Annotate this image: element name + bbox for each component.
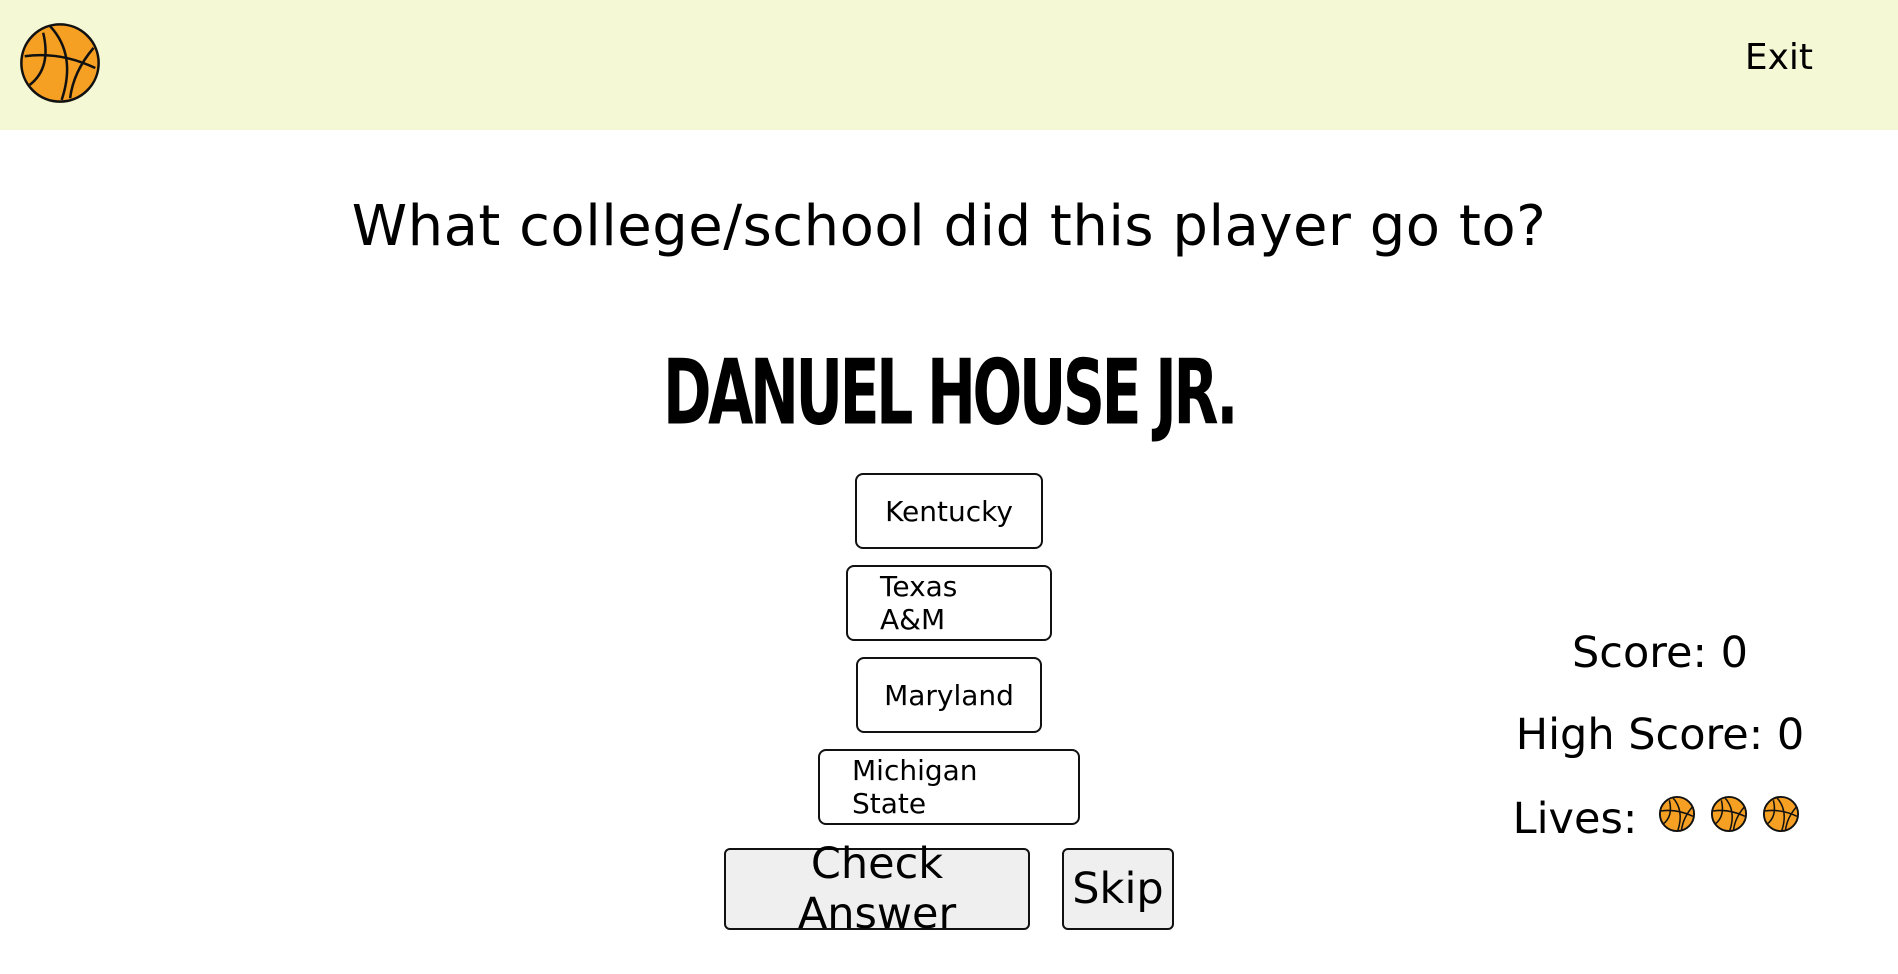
high-score-display: High Score: 0 <box>1515 710 1805 760</box>
check-answer-button[interactable]: Check Answer <box>724 839 1030 939</box>
basketball-icon <box>1658 795 1696 833</box>
lives-display: Lives: <box>1500 789 1820 849</box>
exit-link[interactable]: Exit <box>1745 40 1813 76</box>
question-text: What college/school did this player go t… <box>351 194 1547 259</box>
basketball-icon <box>1762 795 1800 833</box>
header-bar: Exit <box>0 0 1898 130</box>
option-button[interactable]: Kentucky <box>855 473 1043 549</box>
score-display: Score: 0 <box>1572 628 1748 678</box>
score-panel: Score: 0 High Score: 0 Lives: <box>1500 625 1820 849</box>
lives-icons <box>1651 794 1807 844</box>
action-buttons: Check Answer Skip <box>0 839 1898 939</box>
lives-label: Lives: <box>1512 794 1638 844</box>
game-page: Exit What college/school did this player… <box>0 0 1898 974</box>
option-button[interactable]: Texas A&M <box>846 565 1052 641</box>
skip-button[interactable]: Skip <box>1062 848 1174 930</box>
option-button[interactable]: Michigan State <box>818 749 1080 825</box>
player-name: Danuel House Jr. <box>662 340 1238 446</box>
option-button[interactable]: Maryland <box>856 657 1042 733</box>
basketball-icon <box>1710 795 1748 833</box>
basketball-icon[interactable] <box>18 21 102 105</box>
